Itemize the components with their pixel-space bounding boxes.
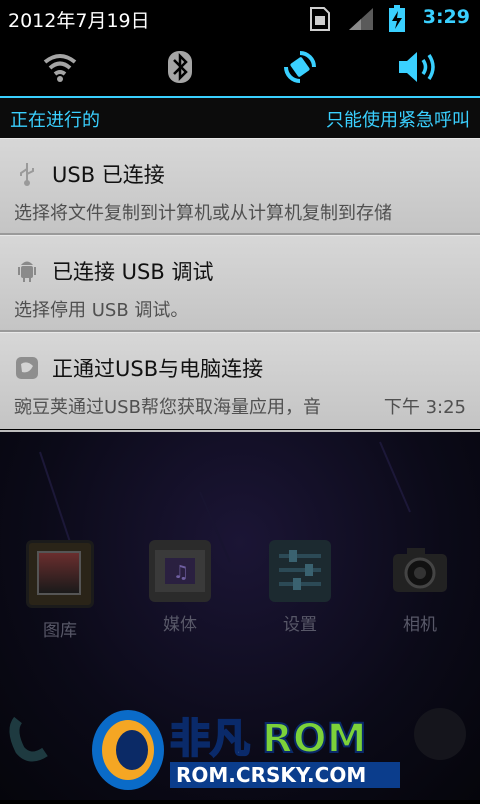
ongoing-header: 正在进行的 只能使用紧急呼叫 xyxy=(0,98,480,138)
app-settings[interactable]: 设置 xyxy=(255,540,345,635)
crsky-logo: 非凡 ROM ROM.CRSKY.COM xyxy=(92,710,400,790)
auto-rotate-icon xyxy=(284,51,316,83)
sim-card-icon xyxy=(306,5,334,33)
notification-time: 下午 3:25 xyxy=(383,397,466,418)
auto-rotate-toggle[interactable] xyxy=(240,38,360,96)
app-gallery[interactable]: 图库 xyxy=(15,540,105,641)
app-label: 相机 xyxy=(403,615,437,635)
notification-usb-connected[interactable]: USB 已连接 选择将文件复制到计算机或从计算机复制到存储 xyxy=(0,138,480,235)
status-date: 2012年7月19日 xyxy=(8,10,150,32)
notification-title: 正通过USB与电脑连接 xyxy=(52,357,264,381)
app-label: 图库 xyxy=(43,621,77,641)
notification-body: 豌豆荚通过USB帮您获取海量应用，音 xyxy=(14,397,321,418)
svg-text:ROM: ROM xyxy=(262,716,367,762)
app-label: 媒体 xyxy=(163,615,197,635)
notification-usb-debugging[interactable]: 已连接 USB 调试 选择停用 USB 调试。 xyxy=(0,235,480,332)
wifi-toggle[interactable] xyxy=(0,38,120,96)
signal-icon xyxy=(346,5,376,33)
notification-body: 选择停用 USB 调试。 xyxy=(14,300,189,321)
app-label: 设置 xyxy=(283,615,317,635)
bluetooth-icon xyxy=(168,51,192,83)
svg-text:♫: ♫ xyxy=(173,562,189,583)
notification-body: 选择将文件复制到计算机或从计算机复制到存储 xyxy=(14,203,392,224)
notification-title: USB 已连接 xyxy=(52,163,165,187)
emergency-calls-only-label: 只能使用紧急呼叫 xyxy=(326,110,470,131)
usb-icon xyxy=(14,161,40,187)
wandoujia-icon xyxy=(14,355,40,381)
battery-charging-icon xyxy=(384,5,410,33)
android-debug-icon xyxy=(14,258,40,284)
settings-icon xyxy=(269,540,331,602)
notification-wandoujia[interactable]: 正通过USB与电脑连接 豌豆荚通过USB帮您获取海量应用，音 下午 3:25 xyxy=(0,332,480,429)
bluetooth-toggle[interactable] xyxy=(120,38,240,96)
camera-icon xyxy=(389,540,451,602)
volume-toggle[interactable] xyxy=(360,38,480,96)
svg-text:非凡: 非凡 xyxy=(170,716,250,762)
watermark-logo: 非凡 ROM ROM.CRSKY.COM xyxy=(84,700,404,796)
status-time: 3:29 xyxy=(422,6,470,28)
status-bar: 2012年7月19日 3:29 xyxy=(0,0,480,38)
media-icon: ♫ xyxy=(149,540,211,602)
wifi-icon xyxy=(43,54,77,82)
svg-text:ROM.CRSKY.COM: ROM.CRSKY.COM xyxy=(176,763,366,787)
gallery-icon xyxy=(26,540,94,608)
app-media[interactable]: ♫ 媒体 xyxy=(135,540,225,635)
volume-icon xyxy=(399,52,435,82)
ongoing-label: 正在进行的 xyxy=(10,110,100,131)
quick-toggles xyxy=(0,38,480,96)
app-camera[interactable]: 相机 xyxy=(375,540,465,635)
notification-title: 已连接 USB 调试 xyxy=(52,260,214,284)
